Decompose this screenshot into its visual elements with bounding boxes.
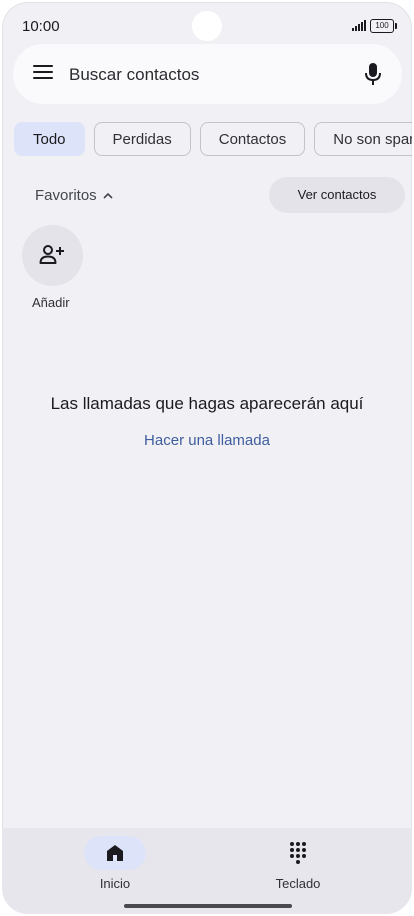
menu-icon[interactable] xyxy=(33,65,53,83)
view-contacts-button[interactable]: Ver contactos xyxy=(269,177,405,213)
filter-chips: Todo Perdidas Contactos No son spam xyxy=(14,122,412,156)
battery-icon: 100 xyxy=(370,19,397,33)
home-icon xyxy=(107,845,123,861)
nav-teclado-label: Teclado xyxy=(275,876,321,891)
chip-todo[interactable]: Todo xyxy=(14,122,85,156)
favorites-header[interactable]: Favoritos xyxy=(35,187,113,204)
chevron-up-icon xyxy=(103,192,113,199)
chip-perdidas[interactable]: Perdidas xyxy=(93,122,191,156)
gesture-bar[interactable] xyxy=(124,904,292,908)
dialpad-icon xyxy=(290,842,306,864)
favorites-title: Favoritos xyxy=(35,187,97,204)
signal-icon xyxy=(352,20,366,31)
nav-teclado[interactable]: Teclado xyxy=(238,836,358,891)
mic-icon[interactable] xyxy=(364,62,382,86)
phone-screen: 10:00 100 Buscar contactos Todo Perdidas… xyxy=(2,2,412,914)
nav-inicio-indicator xyxy=(84,836,146,870)
bottom-navigation: Inicio Teclado xyxy=(2,828,412,914)
search-input[interactable]: Buscar contactos xyxy=(69,65,199,85)
status-time: 10:00 xyxy=(22,18,60,35)
front-camera xyxy=(192,11,222,41)
nav-inicio-label: Inicio xyxy=(99,876,131,891)
chip-no-son-spam[interactable]: No son spam xyxy=(314,122,412,156)
chip-contactos[interactable]: Contactos xyxy=(199,122,306,156)
status-bar: 10:00 100 xyxy=(2,2,412,46)
add-favorite-label: Añadir xyxy=(32,295,70,310)
nav-teclado-indicator xyxy=(267,836,329,870)
empty-state-message: Las llamadas que hagas aparecerán aquí xyxy=(50,394,364,413)
nav-inicio[interactable]: Inicio xyxy=(55,836,175,891)
add-favorite-button[interactable] xyxy=(22,225,83,286)
make-call-link[interactable]: Hacer una llamada xyxy=(2,432,412,449)
search-bar[interactable]: Buscar contactos xyxy=(13,44,402,104)
add-person-icon xyxy=(39,245,64,264)
